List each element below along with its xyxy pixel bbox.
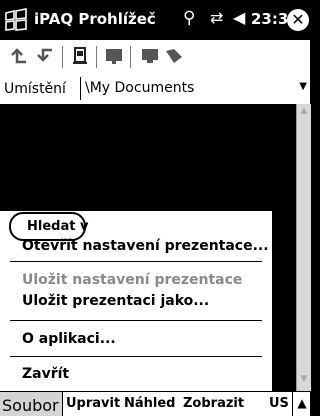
toolbar-separator bbox=[130, 46, 131, 68]
device-icon[interactable] bbox=[70, 47, 90, 65]
sip-toggle-icon[interactable]: ▲ bbox=[292, 392, 311, 416]
search-in-item[interactable]: Hledat v bbox=[9, 212, 89, 241]
back-folder-icon[interactable] bbox=[36, 47, 56, 65]
toolbar-separator bbox=[62, 46, 63, 68]
projector-icon[interactable] bbox=[104, 47, 124, 65]
menubar-view[interactable]: Náhled bbox=[124, 396, 176, 411]
up-folder-icon[interactable] bbox=[10, 47, 30, 65]
close-button[interactable]: ✕ bbox=[287, 9, 309, 31]
toolbar-separator bbox=[96, 46, 97, 68]
menu-item-open-settings[interactable]: Otevřít nastavení prezentace... bbox=[22, 238, 269, 254]
windows-flag-icon[interactable] bbox=[3, 8, 29, 32]
menubar-file[interactable]: Soubor bbox=[0, 392, 63, 416]
location-row: Umístění \My Documents ▼ bbox=[0, 74, 310, 104]
search-in-label: Hledat v bbox=[27, 219, 89, 234]
title-bar: iPAQ Prohlížeč ⚲ ⇄ ◀ 23:35 ✕ bbox=[0, 0, 310, 40]
menu-item-save-presentation-as[interactable]: Uložit prezentaci jako... bbox=[22, 293, 209, 309]
menu-separator bbox=[10, 356, 262, 357]
chevron-down-icon[interactable]: ▼ bbox=[299, 81, 307, 92]
antenna-icon[interactable]: ⚲ bbox=[183, 8, 195, 28]
location-value: \My Documents bbox=[85, 80, 195, 96]
location-label: Umístění bbox=[4, 81, 66, 97]
menubar-edit[interactable]: Upravit bbox=[66, 396, 120, 411]
connectivity-icon[interactable]: ⇄ bbox=[210, 8, 223, 27]
app-title: iPAQ Prohlížeč bbox=[34, 10, 156, 28]
toolbar bbox=[0, 40, 310, 74]
scroll-up-icon[interactable]: ▲ bbox=[297, 106, 311, 118]
menu-item-save-settings: Uložit nastavení prezentace bbox=[22, 272, 243, 288]
scroll-down-icon[interactable]: ▼ bbox=[297, 374, 311, 386]
menu-separator bbox=[10, 261, 262, 262]
menu-bar: Soubor Upravit Náhled Zobrazit US ▲ bbox=[0, 391, 310, 416]
file-menu: Hledat v Otevřít nastavení prezentace...… bbox=[0, 210, 273, 392]
menubar-file-label: Soubor bbox=[2, 396, 59, 415]
input-language[interactable]: US bbox=[269, 396, 289, 411]
speaker-icon[interactable]: ◀ bbox=[233, 8, 245, 27]
menu-item-close[interactable]: Zavřít bbox=[22, 366, 69, 382]
pointer-icon[interactable] bbox=[164, 47, 184, 65]
screen-icon[interactable] bbox=[140, 47, 160, 65]
menu-separator bbox=[10, 320, 262, 321]
menu-item-about[interactable]: O aplikaci... bbox=[22, 331, 116, 347]
vertical-scrollbar[interactable]: ▲ ▼ bbox=[296, 104, 311, 391]
menubar-display[interactable]: Zobrazit bbox=[183, 396, 244, 411]
location-dropdown[interactable]: \My Documents ▼ bbox=[80, 77, 309, 100]
